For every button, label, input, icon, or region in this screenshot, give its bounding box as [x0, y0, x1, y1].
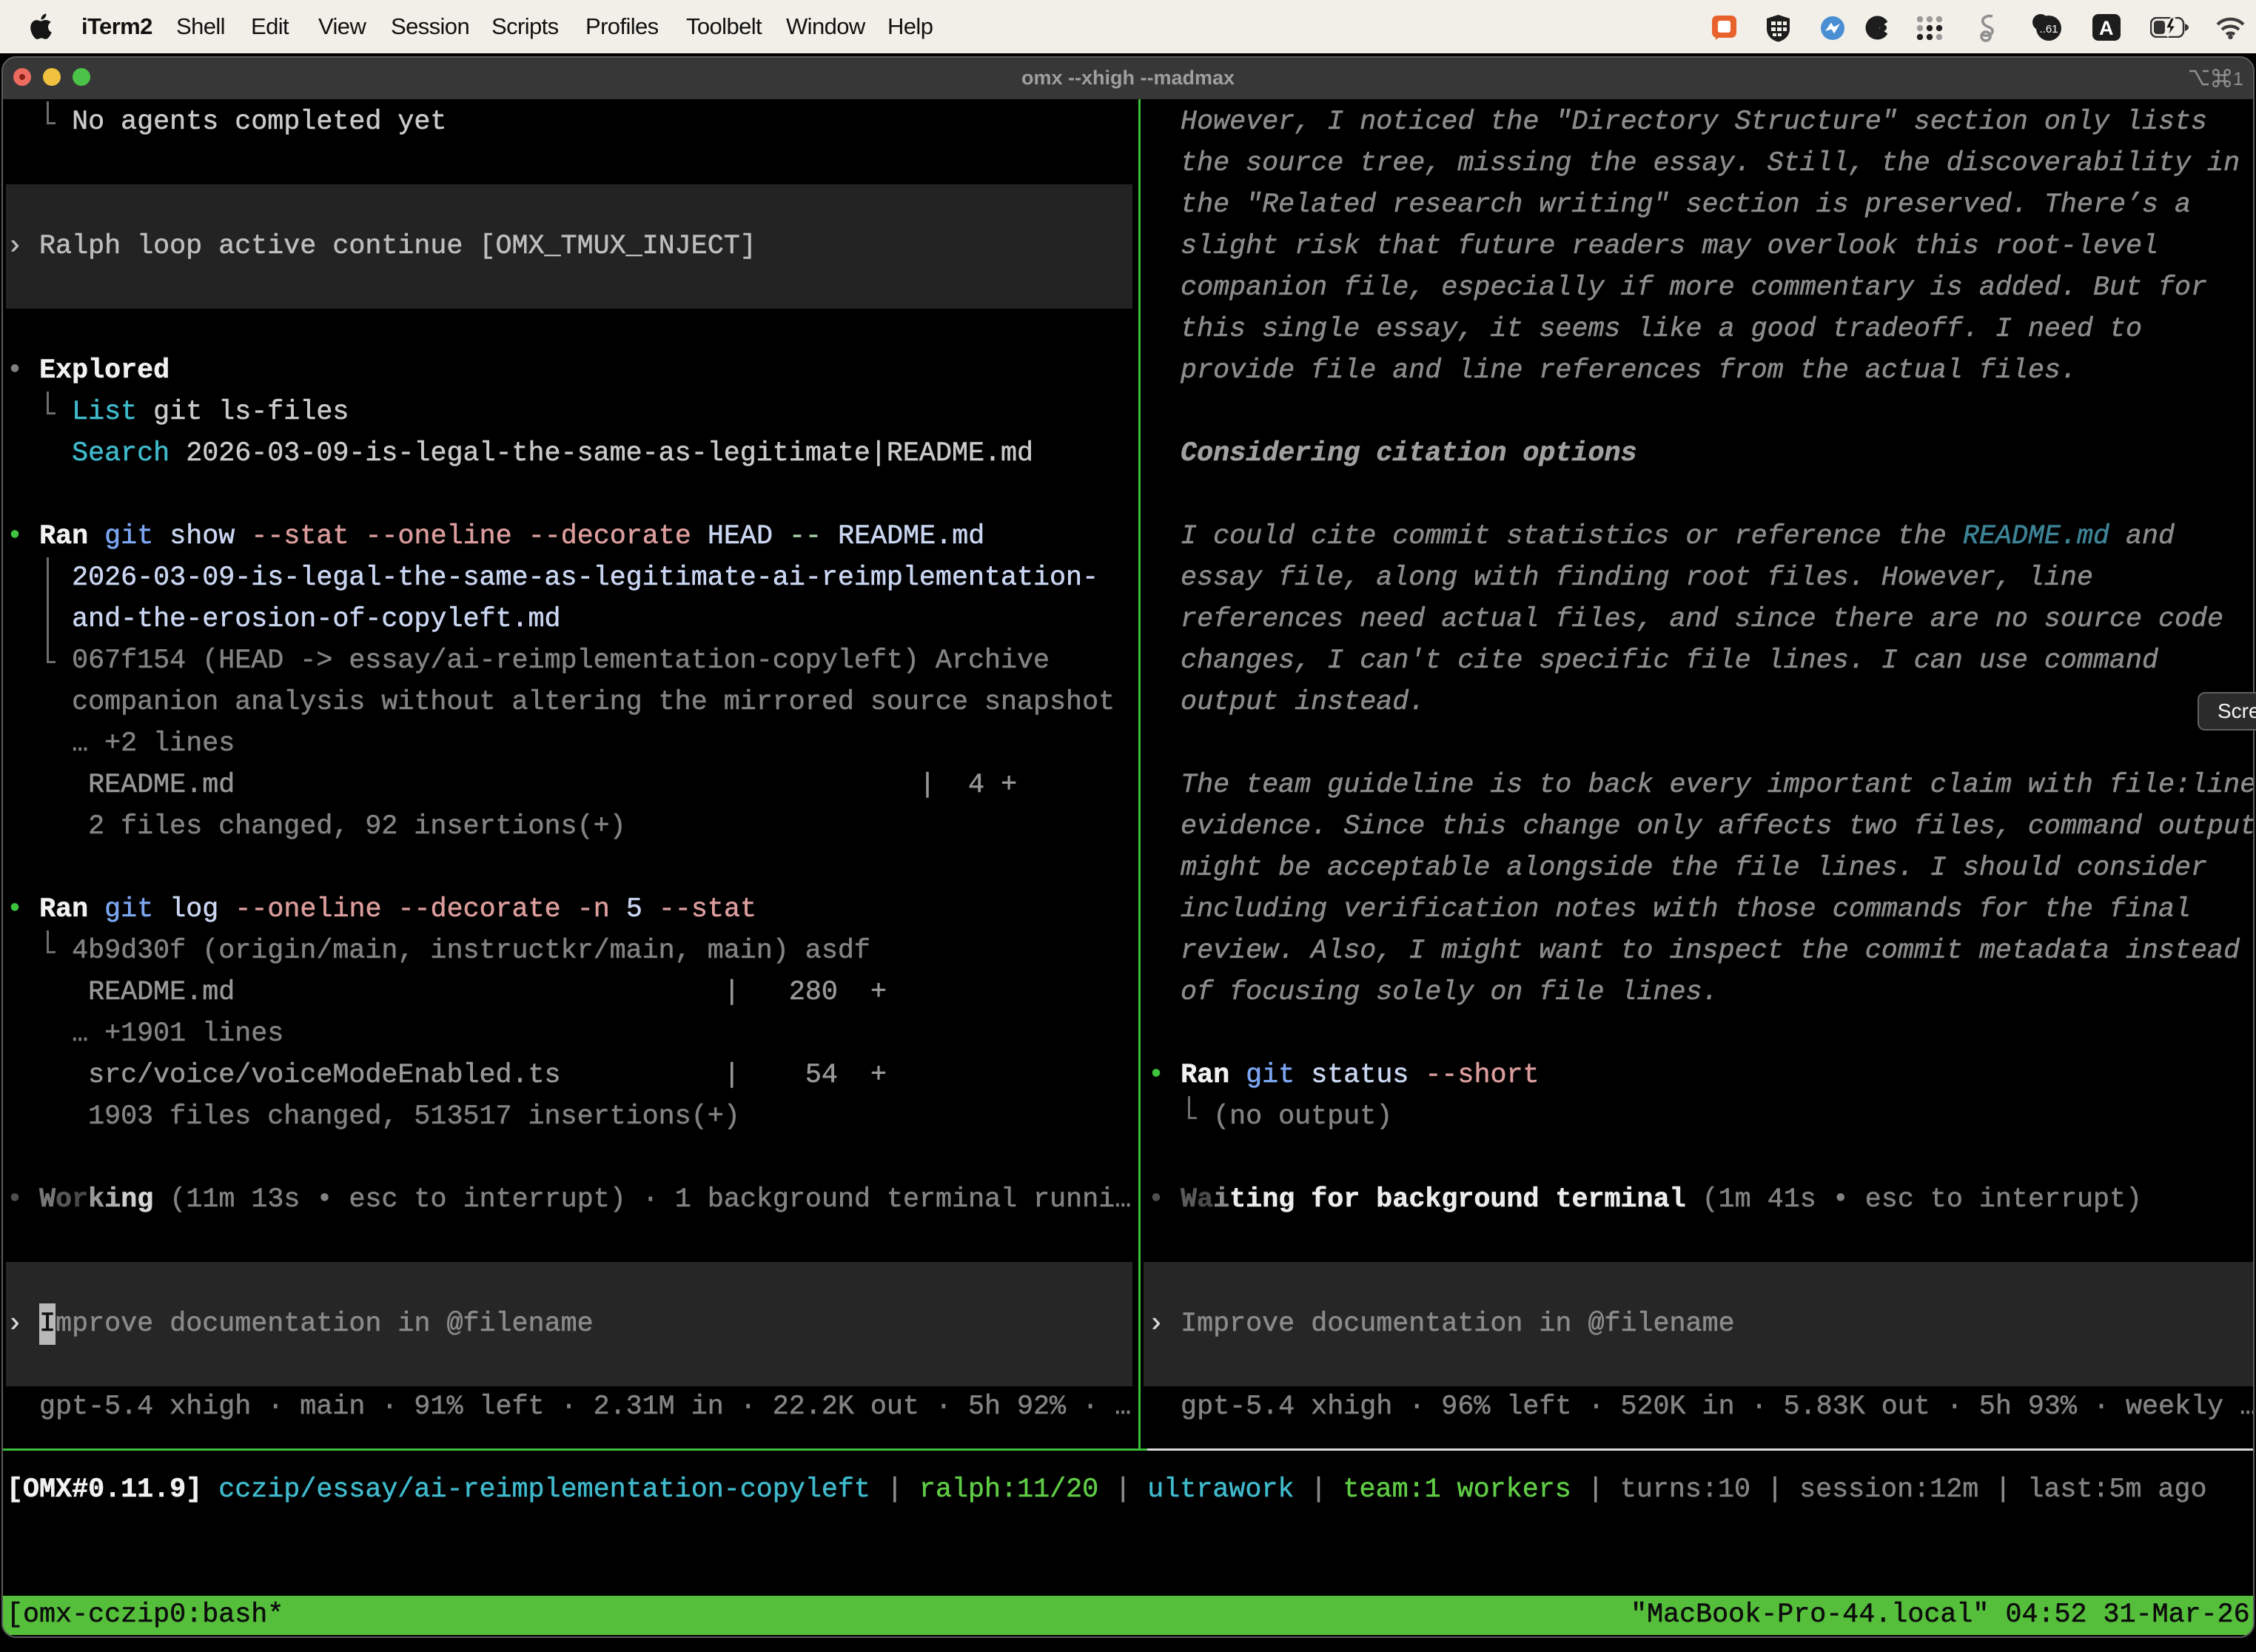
svg-text:..61: ..61 [2039, 23, 2058, 36]
svg-text:A: A [2099, 17, 2114, 39]
